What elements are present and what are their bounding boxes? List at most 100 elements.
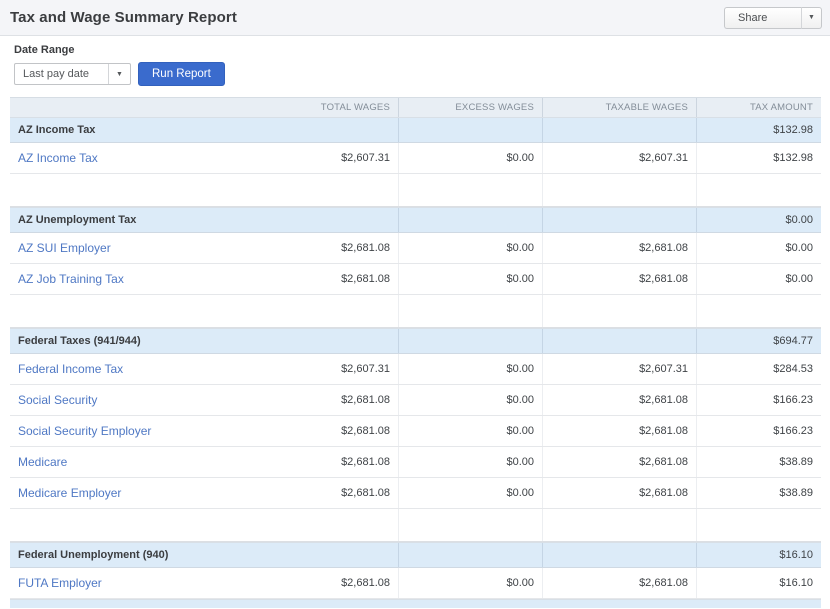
group-cell (398, 118, 542, 142)
total-wages-value: $2,681.08 (341, 425, 398, 437)
report-table: TOTAL WAGES EXCESS WAGES TAXABLE WAGES T… (10, 97, 821, 608)
table-row: Medicare $2,681.08$0.00$2,681.08 $38.89 (10, 447, 821, 478)
tax-item-link[interactable]: Social Security Employer (18, 424, 151, 438)
group-header-row: Federal Taxes (941/944) $694.77 (10, 328, 821, 354)
partial-next-group-row (10, 599, 821, 608)
row-name-cell: FUTA Employer $2,681.08 (10, 568, 398, 598)
total-wages-value: $2,681.08 (341, 577, 398, 589)
page-header: Tax and Wage Summary Report Share ▼ (0, 0, 830, 36)
group-cell (398, 543, 542, 567)
spacer-cell (398, 174, 542, 206)
row-name-cell: Social Security$2,681.08 (10, 385, 398, 415)
group-title: Federal Taxes (941/944) (10, 329, 398, 353)
group-cell (542, 208, 696, 232)
tax-amount-value: $38.89 (696, 447, 821, 477)
column-header-total-wages: TOTAL WAGES (10, 102, 398, 113)
tax-item-link[interactable]: AZ SUI Employer (18, 241, 111, 255)
row-name-cell: Federal Income Tax $2,607.31 (10, 354, 398, 384)
total-wages-value: $2,681.08 (341, 456, 398, 468)
row-name-cell: AZ SUI Employer $2,681.08 (10, 233, 398, 263)
row-name-cell: AZ Job Training Tax$2,681.08 (10, 264, 398, 294)
run-report-button[interactable]: Run Report (138, 62, 225, 86)
spacer-cell (696, 295, 821, 327)
tax-amount-value: $38.89 (696, 478, 821, 508)
total-wages-value: $2,607.31 (341, 152, 398, 164)
tax-item-link[interactable]: FUTA Employer (18, 576, 102, 590)
group-header-row: Federal Unemployment (940)$16.10 (10, 542, 821, 568)
column-header-excess-wages: EXCESS WAGES (398, 98, 542, 117)
spacer-row (10, 295, 821, 328)
report-controls: Date Range Last pay date ▼ Run Report (0, 36, 830, 97)
excess-wages-value: $0.00 (398, 233, 542, 263)
taxable-wages-value: $2,681.08 (542, 264, 696, 294)
table-row: AZ Income Tax$2,607.31$0.00$2,607.31$132… (10, 143, 821, 174)
row-name-cell: Social Security Employer $2,681.08 (10, 416, 398, 446)
table-row: Social Security$2,681.08$0.00$2,681.08$1… (10, 385, 821, 416)
date-range-label: Date Range (14, 44, 830, 56)
column-header-tax-amount: TAX AMOUNT (696, 98, 821, 117)
excess-wages-value: $0.00 (398, 568, 542, 598)
group-title: Federal Unemployment (940) (10, 543, 398, 567)
tax-amount-value: $166.23 (696, 385, 821, 415)
tax-item-link[interactable]: AZ Income Tax (18, 151, 98, 165)
tax-item-link[interactable]: AZ Job Training Tax (18, 272, 124, 286)
tax-amount-value: $0.00 (696, 233, 821, 263)
total-wages-value: $2,681.08 (341, 242, 398, 254)
excess-wages-value: $0.00 (398, 143, 542, 173)
tax-amount-value: $132.98 (696, 143, 821, 173)
group-tax-amount: $0.00 (696, 208, 821, 232)
tax-amount-value: $284.53 (696, 354, 821, 384)
group-title: AZ Unemployment Tax (10, 208, 398, 232)
taxable-wages-value: $2,681.08 (542, 568, 696, 598)
tax-item-link[interactable]: Federal Income Tax (18, 362, 123, 376)
row-name-cell: Medicare Employer $2,681.08 (10, 478, 398, 508)
group-cell (542, 543, 696, 567)
table-row: AZ SUI Employer$2,681.08$0.00$2,681.08$0… (10, 233, 821, 264)
table-row: Medicare Employer $2,681.08$0.00$2,681.08… (10, 478, 821, 509)
spacer-cell (10, 174, 398, 206)
table-body: AZ Income Tax $132.98 AZ Income Tax $2,607.… (10, 117, 821, 599)
row-name-cell: Medicare $2,681.08 (10, 447, 398, 477)
excess-wages-value: $0.00 (398, 478, 542, 508)
spacer-row (10, 509, 821, 542)
group-tax-amount: $694.77 (696, 329, 821, 353)
report-page: Tax and Wage Summary Report Share ▼ Date… (0, 0, 830, 608)
excess-wages-value: $0.00 (398, 416, 542, 446)
share-button[interactable]: Share (724, 7, 801, 29)
excess-wages-value: $0.00 (398, 447, 542, 477)
spacer-cell (398, 295, 542, 327)
table-row: Social Security Employer $2,681.08$0.00$2… (10, 416, 821, 447)
total-wages-value: $2,681.08 (341, 487, 398, 499)
table-row: AZ Job Training Tax$2,681.08$0.00$2,681.… (10, 264, 821, 295)
group-cell (542, 329, 696, 353)
share-button-group: Share ▼ (724, 7, 822, 29)
spacer-cell (542, 295, 696, 327)
spacer-cell (398, 509, 542, 541)
table-row: Federal Income Tax $2,607.31$0.00$2,607.3… (10, 354, 821, 385)
tax-amount-value: $16.10 (696, 568, 821, 598)
tax-amount-value: $0.00 (696, 264, 821, 294)
tax-item-link[interactable]: Medicare Employer (18, 486, 121, 500)
spacer-cell (542, 174, 696, 206)
group-cell (542, 118, 696, 142)
total-wages-value: $2,607.31 (341, 363, 398, 375)
date-range-select[interactable]: Last pay date ▼ (14, 63, 131, 85)
taxable-wages-value: $2,681.08 (542, 385, 696, 415)
group-cell (398, 329, 542, 353)
spacer-row (10, 174, 821, 207)
group-tax-amount: $132.98 (696, 118, 821, 142)
excess-wages-value: $0.00 (398, 354, 542, 384)
share-dropdown-button[interactable]: ▼ (801, 7, 822, 29)
group-header-row: AZ Income Tax $132.98 (10, 117, 821, 143)
tax-item-link[interactable]: Medicare (18, 455, 67, 469)
excess-wages-value: $0.00 (398, 264, 542, 294)
group-header-row: AZ Unemployment Tax $0.00 (10, 207, 821, 233)
spacer-cell (696, 509, 821, 541)
group-cell (398, 208, 542, 232)
group-title: AZ Income Tax (10, 118, 398, 142)
spacer-cell (542, 509, 696, 541)
tax-item-link[interactable]: Social Security (18, 393, 97, 407)
taxable-wages-value: $2,607.31 (542, 143, 696, 173)
taxable-wages-value: $2,681.08 (542, 416, 696, 446)
table-row: FUTA Employer$2,681.08$0.00$2,681.08$16.… (10, 568, 821, 599)
